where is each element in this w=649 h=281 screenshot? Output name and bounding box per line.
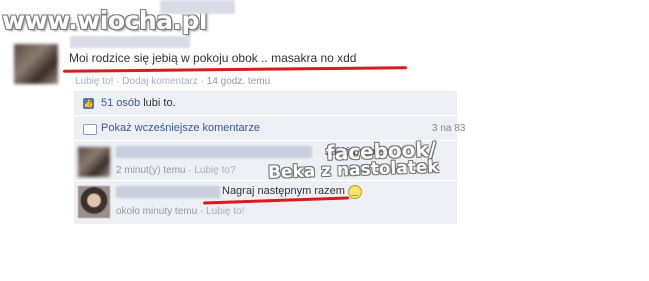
comment-2-text: Nagraj następnym razem bbox=[222, 185, 345, 197]
comment-1-avatar[interactable] bbox=[78, 147, 110, 177]
post-time: 14 godz. temu bbox=[206, 76, 271, 87]
comment-2-meta: około minuty temu · Lubię to! bbox=[116, 206, 244, 217]
meta-separator: · bbox=[200, 76, 204, 87]
post-like-link[interactable]: Lubię to! bbox=[75, 76, 113, 87]
meta-separator: · bbox=[199, 206, 204, 217]
post-author-avatar[interactable] bbox=[14, 44, 58, 84]
comment-2-author-blurred[interactable] bbox=[116, 186, 220, 198]
post-text: Moi rodzice się jebią w pokoju obok .. m… bbox=[69, 51, 357, 65]
post-meta: Lubię to! · Dodaj komentarz · 14 godz. t… bbox=[75, 76, 270, 87]
comment-2-time: około minuty temu bbox=[116, 206, 198, 217]
comment-bubble-icon bbox=[83, 124, 97, 135]
add-comment-link[interactable]: Dodaj komentarz bbox=[122, 76, 198, 87]
blurred-author-name bbox=[70, 36, 190, 48]
comment-1-time: 2 minut(y) temu bbox=[116, 165, 186, 176]
comment-2-like-link[interactable]: Lubię to! bbox=[206, 206, 244, 217]
meta-separator: · bbox=[188, 165, 192, 176]
meta-separator: · bbox=[116, 76, 120, 87]
red-underline-post bbox=[62, 66, 408, 73]
comment-1-meta: 2 minut(y) temu · Lubię to? bbox=[116, 165, 236, 176]
comment-counter: 3 na 83 bbox=[432, 123, 466, 134]
smiley-emoticon-icon: ‿ bbox=[348, 185, 362, 199]
comment-2-avatar[interactable] bbox=[78, 186, 110, 218]
blurred-name-top bbox=[160, 0, 235, 14]
comment-1-like-link[interactable]: Lubię to? bbox=[194, 165, 235, 176]
comment-1-author-blurred[interactable] bbox=[116, 146, 312, 158]
likes-summary: 51 osób lubi to. bbox=[101, 97, 176, 109]
likes-count-link[interactable]: 51 osób bbox=[101, 97, 140, 109]
thumbs-up-icon: 👍 bbox=[83, 98, 94, 109]
show-previous-comments-link[interactable]: Pokaż wcześniejsze komentarze bbox=[101, 122, 260, 134]
likes-suffix: lubi to. bbox=[143, 97, 176, 109]
